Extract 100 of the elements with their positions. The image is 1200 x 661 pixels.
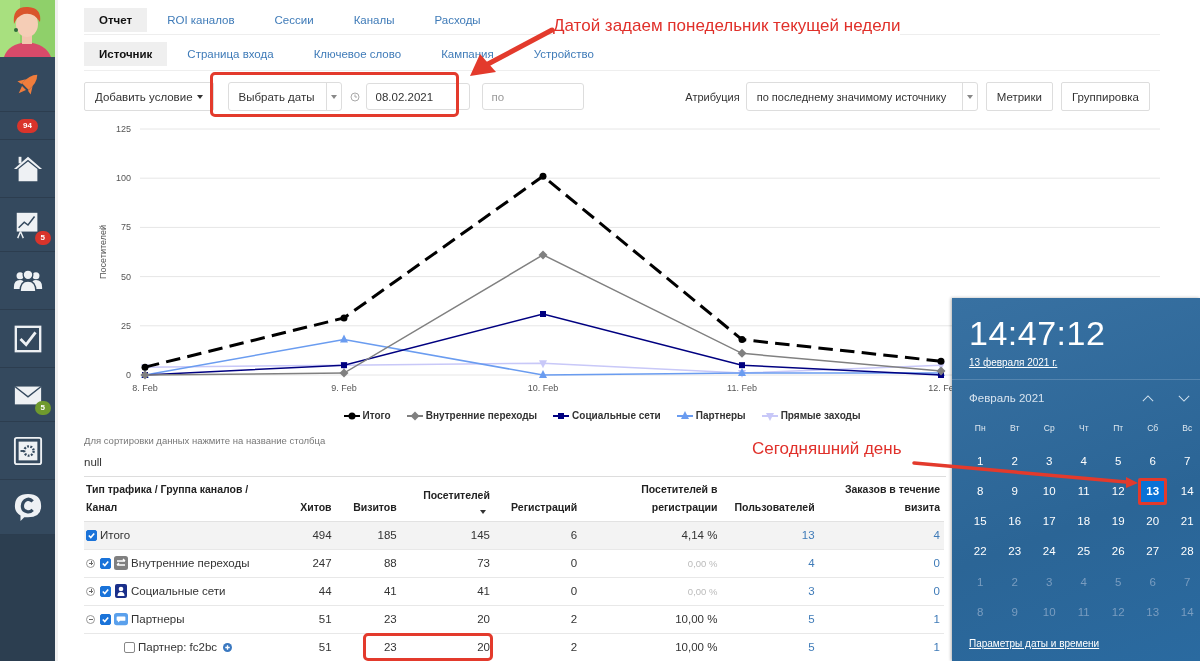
legend-item[interactable]: Социальные сети — [553, 410, 661, 421]
calendar-day[interactable]: 27 — [1146, 545, 1160, 560]
calendar-day[interactable]: 16 — [1008, 515, 1022, 529]
table-link[interactable]: 5 — [721, 605, 819, 634]
calendar-day[interactable]: 2 — [1011, 454, 1018, 469]
calendar-day[interactable]: 9 — [1011, 484, 1018, 499]
axis-tick-label: 125 — [115, 124, 131, 134]
table-cell: 73 — [400, 549, 494, 578]
add-icon[interactable] — [223, 642, 233, 652]
row-checkbox[interactable] — [86, 529, 97, 541]
report-tab[interactable]: Сессии — [254, 8, 334, 32]
weekday-label: Вс — [1181, 422, 1194, 435]
expand-toggle[interactable] — [86, 558, 95, 568]
calendar-day[interactable]: 20 — [1146, 515, 1160, 529]
table-cell: 145 — [400, 521, 494, 550]
table-link[interactable]: 4 — [818, 521, 944, 550]
chevron-down-icon[interactable] — [1178, 394, 1190, 402]
table-link[interactable]: 0 — [818, 549, 944, 578]
dimension-tab[interactable]: Кампания — [421, 42, 514, 66]
calendar-day[interactable]: 13 — [1138, 478, 1168, 506]
row-label: Внутренние переходы — [131, 557, 250, 570]
chevron-up-icon[interactable] — [1142, 394, 1154, 402]
legend-item[interactable]: Итого — [343, 410, 391, 421]
start-date-field[interactable]: 08.02.2021 — [365, 83, 470, 110]
calendar-day[interactable]: 18 — [1077, 515, 1091, 529]
data-point — [738, 336, 746, 344]
report-tab[interactable]: ROI каналов — [147, 8, 255, 32]
weekday-label: Ср — [1042, 422, 1056, 435]
safe-icon[interactable] — [12, 435, 43, 466]
calendar-day[interactable]: 17 — [1042, 515, 1056, 529]
legend-item[interactable]: Прямые заходы — [761, 410, 861, 421]
column-header[interactable]: Посетителей — [400, 477, 494, 522]
expand-toggle[interactable] — [86, 586, 95, 596]
column-header[interactable]: Посетителей в регистрации — [581, 477, 722, 522]
row-checkbox[interactable] — [100, 585, 111, 597]
calendar-day[interactable]: 26 — [1111, 545, 1125, 560]
calendar-day[interactable]: 23 — [1008, 545, 1022, 560]
table-cell: 20 — [400, 605, 494, 634]
table-link[interactable]: 4 — [721, 549, 819, 578]
chat-icon[interactable] — [12, 492, 43, 522]
row-checkbox[interactable] — [100, 557, 111, 569]
column-header[interactable]: Заказов в течение визита — [818, 477, 944, 522]
column-header[interactable]: Тип трафика / Группа каналов / Канал — [84, 477, 281, 522]
legend-item[interactable]: Партнеры — [676, 410, 746, 421]
dimension-tab[interactable]: Устройство — [513, 42, 614, 66]
calendar-day[interactable]: 5 — [1115, 454, 1122, 469]
date-mode-select[interactable]: Выбрать даты — [227, 82, 342, 111]
calendar-day[interactable]: 6 — [1149, 454, 1156, 469]
date-link[interactable]: 13 февраля 2021 г. — [969, 357, 1058, 368]
axis-tick-label: 8. Feb — [132, 383, 158, 393]
table-link[interactable]: 0 — [818, 577, 944, 606]
calendar-day[interactable]: 25 — [1077, 545, 1091, 560]
collapse-toggle[interactable] — [86, 614, 95, 624]
calendar-day[interactable]: 12 — [1111, 484, 1125, 499]
calendar-day[interactable]: 11 — [1077, 484, 1090, 499]
calendar-day[interactable]: 24 — [1042, 545, 1056, 560]
row-checkbox[interactable] — [124, 641, 135, 653]
calendar-day[interactable]: 19 — [1111, 515, 1125, 529]
table-cell: 23 — [335, 605, 401, 634]
calendar-day[interactable]: 1 — [977, 454, 984, 469]
column-header[interactable]: Визитов — [335, 477, 401, 522]
add-condition-button[interactable]: Добавить условие — [84, 82, 214, 111]
data-point — [539, 172, 547, 180]
calendar-day[interactable]: 14 — [1180, 484, 1194, 499]
column-header[interactable]: Регистраций — [493, 477, 582, 522]
toolbar-button[interactable]: Метрики — [985, 82, 1053, 111]
calendar-day[interactable]: 28 — [1180, 545, 1194, 560]
calendar-day[interactable]: 21 — [1180, 515, 1194, 529]
calendar-day[interactable]: 4 — [1080, 454, 1087, 469]
attribution-select[interactable]: по последнему значимому источнику — [745, 82, 978, 111]
dimension-tab[interactable]: Страница входа — [167, 42, 294, 66]
table-link[interactable]: 13 — [721, 521, 819, 550]
table-link[interactable]: 1 — [818, 633, 944, 661]
calendar-day[interactable]: 3 — [1046, 454, 1053, 469]
legend-marker-icon — [553, 410, 570, 421]
checklist-icon[interactable] — [12, 323, 43, 354]
data-point — [737, 348, 747, 358]
report-tab[interactable]: Каналы — [333, 8, 415, 32]
settings-link[interactable]: Параметры даты и времени — [969, 638, 1100, 650]
calendar-day[interactable]: 8 — [977, 484, 984, 499]
report-tab[interactable]: Расходы — [414, 8, 501, 32]
table-link[interactable]: 3 — [721, 577, 819, 606]
calendar-day[interactable]: 22 — [973, 545, 987, 560]
dimension-tab[interactable]: Источник — [84, 42, 168, 66]
table-cell: 10,00 % — [581, 633, 722, 661]
end-date-field[interactable]: по — [481, 83, 584, 110]
table-link[interactable]: 1 — [818, 605, 944, 634]
table-link[interactable]: 5 — [721, 633, 819, 661]
column-header[interactable]: Хитов — [280, 477, 336, 522]
row-label: Социальные сети — [131, 585, 226, 598]
report-tab[interactable]: Отчет — [84, 8, 148, 32]
dimension-tab[interactable]: Ключевое слово — [293, 42, 422, 66]
calendar-day[interactable]: 15 — [973, 515, 987, 529]
row-checkbox[interactable] — [100, 613, 111, 625]
toolbar-button[interactable]: Группировка — [1060, 82, 1150, 111]
calendar-day[interactable]: 7 — [1184, 454, 1191, 469]
calendar-day[interactable]: 10 — [1042, 484, 1056, 499]
legend-item[interactable]: Внутренние переходы — [406, 410, 538, 421]
row-label: Итого — [100, 529, 131, 542]
column-header[interactable]: Пользователей — [721, 477, 819, 522]
